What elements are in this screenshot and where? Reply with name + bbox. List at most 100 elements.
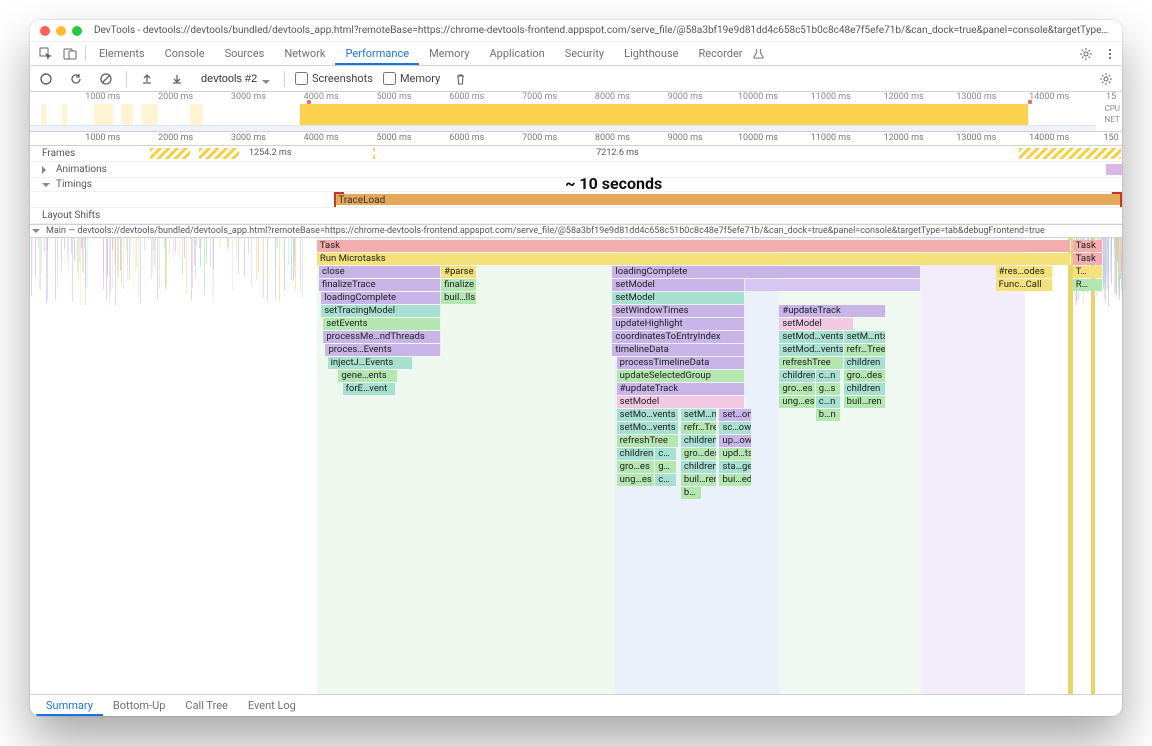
close-window-dot[interactable]: [40, 26, 50, 36]
flame-segment[interactable]: refreshTree: [617, 435, 679, 447]
download-profile-button[interactable]: [167, 69, 187, 89]
flame-segment[interactable]: updateSelectedGroup: [617, 370, 745, 382]
zoom-window-dot[interactable]: [72, 26, 82, 36]
flame-segment[interactable]: set…on: [719, 409, 751, 421]
flame-segment[interactable]: b…: [681, 487, 702, 499]
inspect-icon[interactable]: [34, 42, 58, 65]
flame-segment[interactable]: Func…Call: [996, 279, 1054, 291]
collapse-icon[interactable]: [32, 229, 40, 237]
flame-segment[interactable]: loadingComplete: [612, 266, 920, 278]
flame-segment[interactable]: forE…vent: [343, 383, 397, 395]
flame-segment[interactable]: setM…nts: [844, 331, 887, 343]
flame-segment[interactable]: Task: [1073, 240, 1103, 252]
tab-console[interactable]: Console: [155, 42, 215, 65]
track-frames[interactable]: Frames 1254.2 ms 7212.6 ms: [30, 146, 1122, 162]
track-animations[interactable]: Animations: [30, 162, 1122, 178]
flame-segment[interactable]: finalize: [441, 279, 477, 291]
flame-segment[interactable]: processMe…ndThreads: [323, 331, 441, 343]
flame-segment[interactable]: ung…es: [779, 396, 815, 408]
details-tab-summary[interactable]: Summary: [36, 695, 103, 716]
flame-segment[interactable]: upd…ts: [719, 448, 751, 460]
flame-segment[interactable]: buil…ren: [681, 474, 717, 486]
flame-segment[interactable]: finalizeTrace: [319, 279, 441, 291]
flame-segment[interactable]: setMod…vents: [779, 331, 843, 343]
flame-segment[interactable]: setModel: [612, 292, 745, 304]
tab-memory[interactable]: Memory: [419, 42, 479, 65]
track-layout-shifts[interactable]: Layout Shifts: [30, 208, 1122, 224]
flame-segment[interactable]: injectJ…Events: [328, 357, 414, 369]
flame-segment[interactable]: #parse: [441, 266, 477, 278]
flame-segment[interactable]: children: [681, 461, 717, 473]
flame-segment[interactable]: gro…des: [844, 370, 887, 382]
flame-segment[interactable]: proces…Events: [325, 344, 441, 356]
flame-segment[interactable]: sta…ge: [719, 461, 751, 473]
flame-segment[interactable]: close: [319, 266, 441, 278]
device-toggle-icon[interactable]: [58, 42, 82, 65]
settings-gear-icon[interactable]: [1074, 42, 1098, 65]
memory-checkbox[interactable]: Memory: [383, 72, 440, 85]
flame-segment[interactable]: g…: [655, 461, 676, 473]
details-tab-bottom-up[interactable]: Bottom-Up: [103, 695, 176, 716]
tab-network[interactable]: Network: [274, 42, 335, 65]
flame-segment[interactable]: gro…es: [779, 383, 815, 395]
flame-segment[interactable]: gro…es: [617, 461, 656, 473]
reload-record-button[interactable]: [66, 69, 86, 89]
flame-segment[interactable]: #updateTrack: [617, 383, 745, 395]
flame-segment[interactable]: bui…ed: [719, 474, 751, 486]
flame-segment[interactable]: children: [681, 435, 717, 447]
tab-sources[interactable]: Sources: [215, 42, 275, 65]
flame-segment[interactable]: up…ow: [719, 435, 751, 447]
timeline-overview[interactable]: 1000 ms2000 ms3000 ms4000 ms5000 ms6000 …: [30, 92, 1122, 132]
flame-segment[interactable]: setMod…vents: [779, 344, 843, 356]
flame-segment[interactable]: processTimelineData: [617, 357, 745, 369]
expand-icon[interactable]: [42, 166, 50, 174]
track-timings[interactable]: Timings ~ 10 seconds: [30, 178, 1122, 192]
collapse-icon[interactable]: [42, 183, 50, 191]
flame-segment[interactable]: coordinatesToEntryIndex: [612, 331, 745, 343]
flame-segment[interactable]: b…n: [816, 409, 842, 421]
flame-segment[interactable]: c…: [655, 448, 676, 460]
detail-ruler[interactable]: 1000 ms2000 ms3000 ms4000 ms5000 ms6000 …: [30, 132, 1122, 146]
flame-segment[interactable]: loadingComplete: [321, 292, 441, 304]
tab-application[interactable]: Application: [479, 42, 554, 65]
flame-segment[interactable]: timelineData: [612, 344, 745, 356]
flame-segment[interactable]: sc…ow: [719, 422, 751, 434]
details-tab-event-log[interactable]: Event Log: [238, 695, 306, 716]
flame-segment[interactable]: ung…es: [617, 474, 656, 486]
flame-segment[interactable]: Run Microtasks: [317, 253, 1071, 265]
flame-segment[interactable]: refreshTree: [779, 357, 843, 369]
flame-segment[interactable]: setModel: [617, 396, 745, 408]
flame-chart[interactable]: TaskTaskRun MicrotasksTask close#parse loa…: [30, 238, 1122, 694]
flame-segment[interactable]: setTracingModel: [321, 305, 441, 317]
upload-profile-button[interactable]: [137, 69, 157, 89]
flame-segment[interactable]: #updateTrack: [779, 305, 886, 317]
flame-segment[interactable]: children: [844, 357, 887, 369]
minimize-window-dot[interactable]: [56, 26, 66, 36]
clear-button[interactable]: [96, 69, 116, 89]
flame-segment[interactable]: T…: [1073, 266, 1103, 278]
flame-segment[interactable]: children: [617, 448, 656, 460]
collect-garbage-button[interactable]: [450, 69, 470, 89]
flame-segment[interactable]: updateHighlight: [612, 318, 745, 330]
flame-segment[interactable]: setModel: [779, 318, 854, 330]
flame-segment[interactable]: R…: [1073, 279, 1103, 291]
tab-security[interactable]: Security: [555, 42, 614, 65]
flame-segment[interactable]: c…n: [816, 396, 842, 408]
flame-segment[interactable]: gene…ents: [338, 370, 398, 382]
flame-segment[interactable]: setMo…vents: [617, 409, 679, 421]
flame-segment[interactable]: setMo…vents: [617, 422, 679, 434]
flame-segment[interactable]: Task: [317, 240, 1071, 252]
flame-segment[interactable]: refr…Tree: [681, 422, 717, 434]
record-button[interactable]: [36, 69, 56, 89]
flame-segment[interactable]: #res…odes: [996, 266, 1054, 278]
main-thread-header[interactable]: Main — devtools://devtools/bundled/devto…: [30, 224, 1122, 238]
flame-segment[interactable]: setEvents: [323, 318, 441, 330]
flame-segment[interactable]: Task: [1073, 253, 1103, 265]
flame-segment[interactable]: buil…ren: [844, 396, 887, 408]
flame-segment[interactable]: refr…Tree: [844, 344, 887, 356]
track-traceload[interactable]: TraceLoad: [30, 192, 1122, 208]
capture-settings-gear-icon[interactable]: [1096, 69, 1116, 89]
flame-segment[interactable]: c…n: [816, 370, 842, 382]
flame-segment[interactable]: g…s: [816, 383, 842, 395]
tab-lighthouse[interactable]: Lighthouse: [614, 42, 688, 65]
